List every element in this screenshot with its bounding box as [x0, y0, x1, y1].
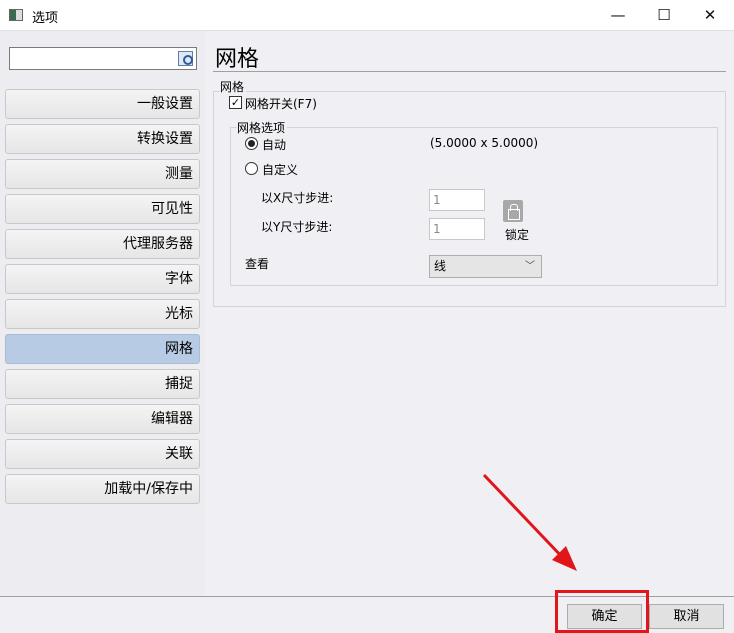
y-step-input[interactable]: 1 [429, 218, 485, 240]
divider [213, 71, 726, 72]
view-select[interactable]: 线 ﹀ [429, 255, 542, 278]
maximize-button[interactable]: ☐ [641, 0, 687, 31]
auto-label: 自动 [262, 138, 287, 152]
page-title: 网格 [215, 47, 260, 72]
grid-options-label: 网格选项 [237, 119, 288, 136]
lock-icon[interactable] [503, 200, 523, 222]
x-step-input[interactable]: 1 [429, 189, 485, 211]
sidebar-item[interactable]: 转换设置 [5, 124, 200, 154]
grid-toggle-checkbox[interactable]: ✓ [229, 96, 242, 109]
search-icon[interactable] [178, 51, 193, 66]
close-button[interactable]: ✕ [687, 0, 733, 31]
sidebar-item[interactable]: 代理服务器 [5, 229, 200, 259]
sidebar-item[interactable]: 捕捉 [5, 369, 200, 399]
chevron-down-icon: ﹀ [525, 261, 535, 272]
sidebar-item[interactable]: 网格 [5, 334, 200, 364]
search-input[interactable] [9, 47, 197, 70]
sidebar-item[interactable]: 加载中/保存中 [5, 474, 200, 504]
sidebar-item[interactable]: 字体 [5, 264, 200, 294]
view-label: 查看 [245, 257, 270, 271]
auto-radio[interactable] [245, 137, 258, 150]
custom-radio[interactable] [245, 162, 258, 175]
lock-label: 锁定 [505, 228, 530, 242]
app-icon [9, 9, 23, 21]
cancel-button[interactable]: 取消 [649, 604, 724, 629]
custom-label: 自定义 [262, 163, 299, 177]
minimize-button[interactable]: — [595, 0, 641, 31]
sidebar-item[interactable]: 可见性 [5, 194, 200, 224]
sidebar-item[interactable]: 一般设置 [5, 89, 200, 119]
sidebar-item[interactable]: 关联 [5, 439, 200, 469]
sidebar-item[interactable]: 编辑器 [5, 404, 200, 434]
auto-grid-size: (5.0000 x 5.0000) [430, 136, 539, 150]
sidebar-item[interactable]: 测量 [5, 159, 200, 189]
grid-toggle-label: 网格开关(F7) [245, 97, 317, 111]
window-title: 选项 [32, 11, 59, 26]
grid-group-label: 网格 [220, 78, 247, 95]
view-value: 线 [434, 259, 447, 273]
x-step-label: 以X尺寸步进: [261, 191, 334, 205]
y-step-label: 以Y尺寸步进: [261, 220, 333, 234]
title-bar: 选项 — ☐ ✕ [0, 0, 734, 31]
sidebar-item[interactable]: 光标 [5, 299, 200, 329]
highlight-box [555, 590, 649, 633]
